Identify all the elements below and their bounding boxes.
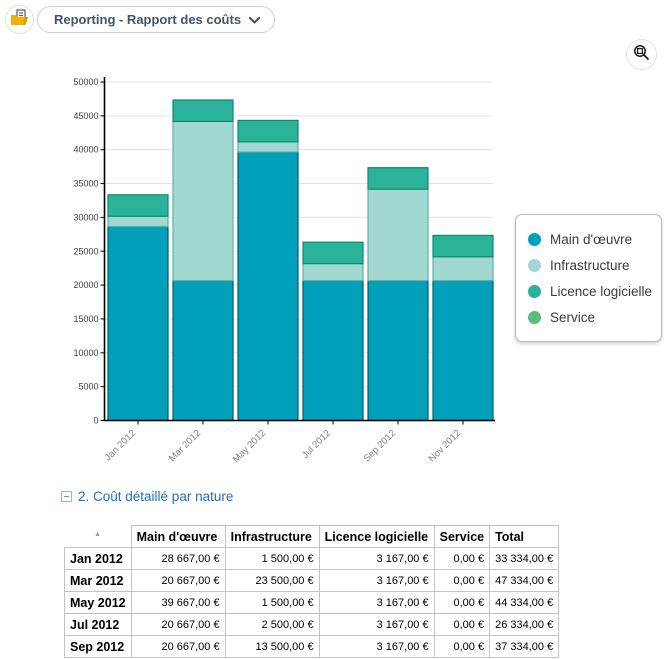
table-row: May 201239 667,00 €1 500,00 €3 167,00 €0… [65, 592, 559, 614]
legend-swatch-icon [528, 233, 541, 246]
svg-text:50000: 50000 [73, 77, 98, 87]
table-row: Sep 201220 667,00 €13 500,00 €3 167,00 €… [65, 636, 559, 658]
legend-item-1: Infrastructure [528, 252, 651, 278]
table-header-row: ▲ Main d'œuvreInfrastructureLicence logi… [65, 526, 559, 548]
table-row: Jul 201220 667,00 €2 500,00 €3 167,00 €0… [65, 614, 559, 636]
collapse-section-icon[interactable] [61, 491, 72, 502]
legend-item-2: Licence logicielle [528, 278, 651, 304]
report-page: Reporting - Rapport des coûts 0500010000… [0, 0, 667, 659]
cell-1-0: 20 667,00 € [131, 570, 225, 592]
cell-2-3: 0,00 € [434, 592, 489, 614]
legend-item-3: Service [528, 304, 651, 330]
table-row: Jan 201228 667,00 €1 500,00 €3 167,00 €0… [65, 548, 559, 570]
row-label-4: Sep 2012 [65, 636, 132, 658]
svg-text:5000: 5000 [78, 382, 98, 392]
cell-4-4: 37 334,00 € [490, 636, 559, 658]
legend-item-0: Main d'œuvre [528, 226, 651, 252]
cell-0-3: 0,00 € [434, 548, 489, 570]
legend-label: Infrastructure [550, 258, 630, 273]
cell-2-0: 39 667,00 € [131, 592, 225, 614]
column-header-0[interactable]: Main d'œuvre [131, 526, 225, 548]
section-header: 2. Coût détaillé par nature [61, 489, 233, 504]
cell-3-3: 0,00 € [434, 614, 489, 636]
svg-text:15000: 15000 [73, 314, 98, 324]
cell-3-4: 26 334,00 € [490, 614, 559, 636]
table-row: Mar 201220 667,00 €23 500,00 €3 167,00 €… [65, 570, 559, 592]
svg-text:20000: 20000 [73, 280, 98, 290]
svg-text:Nov 2012: Nov 2012 [427, 428, 464, 465]
chart-legend: Main d'œuvre Infrastructure Licence logici… [515, 214, 662, 342]
cell-4-3: 0,00 € [434, 636, 489, 658]
row-label-3: Jul 2012 [65, 614, 132, 636]
cell-0-1: 1 500,00 € [225, 548, 319, 570]
row-label-2: May 2012 [65, 592, 132, 614]
svg-text:Jul 2012: Jul 2012 [300, 428, 333, 461]
svg-text:0: 0 [93, 416, 98, 426]
cell-4-0: 20 667,00 € [131, 636, 225, 658]
cell-0-2: 3 167,00 € [319, 548, 434, 570]
cell-4-2: 3 167,00 € [319, 636, 434, 658]
cell-1-3: 0,00 € [434, 570, 489, 592]
column-header-4[interactable]: Total [490, 526, 559, 548]
cell-0-0: 28 667,00 € [131, 548, 225, 570]
cell-3-2: 3 167,00 € [319, 614, 434, 636]
cell-4-1: 13 500,00 € [225, 636, 319, 658]
svg-text:45000: 45000 [73, 111, 98, 121]
svg-text:25000: 25000 [73, 246, 98, 256]
legend-label: Main d'œuvre [550, 232, 632, 247]
column-header-2[interactable]: Licence logicielle [319, 526, 434, 548]
cost-detail-table: ▲ Main d'œuvreInfrastructureLicence logi… [64, 525, 559, 658]
cell-1-2: 3 167,00 € [319, 570, 434, 592]
svg-text:35000: 35000 [73, 179, 98, 189]
svg-text:10000: 10000 [73, 348, 98, 358]
legend-swatch-icon [528, 259, 541, 272]
svg-text:Jan 2012: Jan 2012 [103, 428, 138, 463]
svg-text:40000: 40000 [73, 145, 98, 155]
row-label-1: Mar 2012 [65, 570, 132, 592]
column-header-1[interactable]: Infrastructure [225, 526, 319, 548]
cell-3-0: 20 667,00 € [131, 614, 225, 636]
row-label-0: Jan 2012 [65, 548, 132, 570]
legend-label: Licence logicielle [550, 284, 652, 299]
cell-1-1: 23 500,00 € [225, 570, 319, 592]
legend-label: Service [550, 310, 595, 325]
svg-text:Sep 2012: Sep 2012 [362, 428, 399, 465]
svg-text:30000: 30000 [73, 212, 98, 222]
section-title: 2. Coût détaillé par nature [78, 489, 233, 504]
cell-2-1: 1 500,00 € [225, 592, 319, 614]
svg-text:May 2012: May 2012 [231, 428, 268, 465]
legend-swatch-icon [528, 285, 541, 298]
sort-asc-icon[interactable]: ▲ [94, 531, 101, 538]
svg-text:Mar 2012: Mar 2012 [167, 428, 203, 464]
cell-1-4: 47 334,00 € [490, 570, 559, 592]
cell-0-4: 33 334,00 € [490, 548, 559, 570]
legend-swatch-icon [528, 311, 541, 324]
cell-3-1: 2 500,00 € [225, 614, 319, 636]
cell-2-4: 44 334,00 € [490, 592, 559, 614]
row-header-corner-cell: ▲ [65, 526, 132, 548]
cell-2-2: 3 167,00 € [319, 592, 434, 614]
column-header-3[interactable]: Service [434, 526, 489, 548]
